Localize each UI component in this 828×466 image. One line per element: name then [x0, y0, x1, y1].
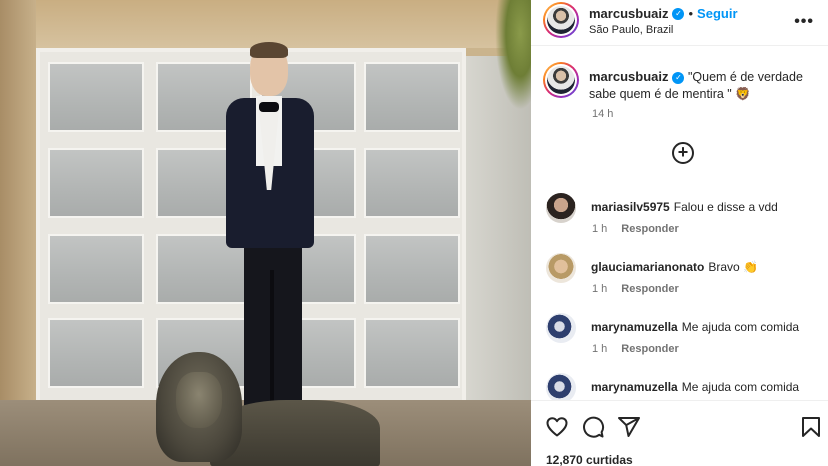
reply-button[interactable]: Responder — [621, 283, 678, 295]
separator-dot: • — [688, 6, 694, 21]
heart-icon[interactable] — [545, 415, 569, 439]
comment-text: glauciamarianonato Bravo 👏 — [591, 260, 758, 274]
post-photo[interactable] — [0, 0, 531, 466]
comment-time[interactable]: 1 h — [592, 343, 607, 355]
photo-lion-statue — [150, 350, 380, 466]
commenter-avatar[interactable] — [546, 193, 576, 223]
comment-username[interactable]: marynamuzella — [591, 320, 678, 334]
reply-button[interactable]: Responder — [621, 223, 678, 235]
comment-time[interactable]: 1 h — [592, 283, 607, 295]
comment-time[interactable]: 1 h — [592, 223, 607, 235]
author-avatar[interactable] — [543, 2, 579, 38]
caption-text-block: marcusbuaiz ✓ "Quem é de verdade sabe que… — [589, 68, 814, 103]
door-pane — [48, 148, 144, 218]
likes-count[interactable]: 12,870 curtidas — [546, 453, 633, 466]
comment-body: Me ajuda com comida — [681, 320, 800, 334]
comment-item: glauciamarianonato Bravo 👏 1 h Responder — [531, 253, 828, 309]
avatar-ring — [545, 4, 577, 36]
verified-badge-icon: ✓ — [672, 7, 685, 20]
post-actions-bar: 12,870 curtidas — [531, 400, 828, 466]
verified-badge-icon: ✓ — [672, 71, 685, 84]
man-hair — [250, 42, 288, 58]
comment-meta: 1 h Responder — [592, 223, 693, 235]
caption-username[interactable]: marcusbuaiz — [589, 69, 668, 84]
author-username[interactable]: marcusbuaiz — [589, 6, 668, 21]
commenter-avatar[interactable] — [546, 313, 576, 343]
avatar-ring — [545, 64, 577, 96]
door-pane — [48, 318, 144, 388]
comment-item: marynamuzella Me ajuda com comida 1 h Resp… — [531, 313, 828, 369]
avatar-image — [547, 6, 575, 34]
door-pane — [48, 234, 144, 304]
comment-text: marynamuzella Me ajuda com comida — [591, 380, 799, 394]
caption-timestamp[interactable]: 14 h — [592, 108, 613, 120]
comment-body: Me ajuda com comida — [681, 380, 800, 394]
comment-meta: 1 h Responder — [592, 343, 693, 355]
header-user-line: marcusbuaiz ✓ • Seguir — [589, 5, 738, 23]
avatar-image — [547, 66, 575, 94]
load-more-comments-icon[interactable]: + — [672, 142, 694, 164]
comment-body: Falou e disse a vdd — [673, 200, 778, 214]
comment-username[interactable]: mariasilv5975 — [591, 200, 670, 214]
comment-text: mariasilv5975 Falou e disse a vdd — [591, 200, 778, 214]
follow-button[interactable]: Seguir — [697, 6, 737, 21]
door-pane — [364, 148, 460, 218]
commenter-avatar[interactable] — [546, 253, 576, 283]
man-bow-tie — [259, 102, 279, 112]
comment-icon[interactable] — [581, 415, 605, 439]
bookmark-icon[interactable] — [799, 415, 823, 439]
comment-item: mariasilv5975 Falou e disse a vdd 1 h Resp… — [531, 193, 828, 249]
comment-meta: 1 h Responder — [592, 283, 693, 295]
reply-button[interactable]: Responder — [621, 343, 678, 355]
door-pane — [48, 62, 144, 132]
more-options-icon[interactable]: ••• — [794, 13, 814, 31]
post-sidebar: marcusbuaiz ✓ • Seguir São Paulo, Brazil ••… — [531, 0, 828, 466]
door-pane — [364, 234, 460, 304]
caption-avatar[interactable] — [543, 62, 579, 98]
comment-username[interactable]: marynamuzella — [591, 380, 678, 394]
comment-username[interactable]: glauciamarianonato — [591, 260, 704, 274]
comment-body: Bravo 👏 — [708, 260, 758, 274]
door-pane — [364, 62, 460, 132]
post-location[interactable]: São Paulo, Brazil — [589, 24, 673, 36]
commenter-avatar[interactable] — [546, 373, 576, 403]
photo-plant — [495, 0, 531, 110]
post-header: marcusbuaiz ✓ • Seguir São Paulo, Brazil ••… — [531, 0, 828, 46]
comment-text: marynamuzella Me ajuda com comida — [591, 320, 799, 334]
lion-face — [176, 372, 222, 428]
share-icon[interactable] — [617, 415, 641, 439]
photo-wall-left — [0, 0, 36, 466]
